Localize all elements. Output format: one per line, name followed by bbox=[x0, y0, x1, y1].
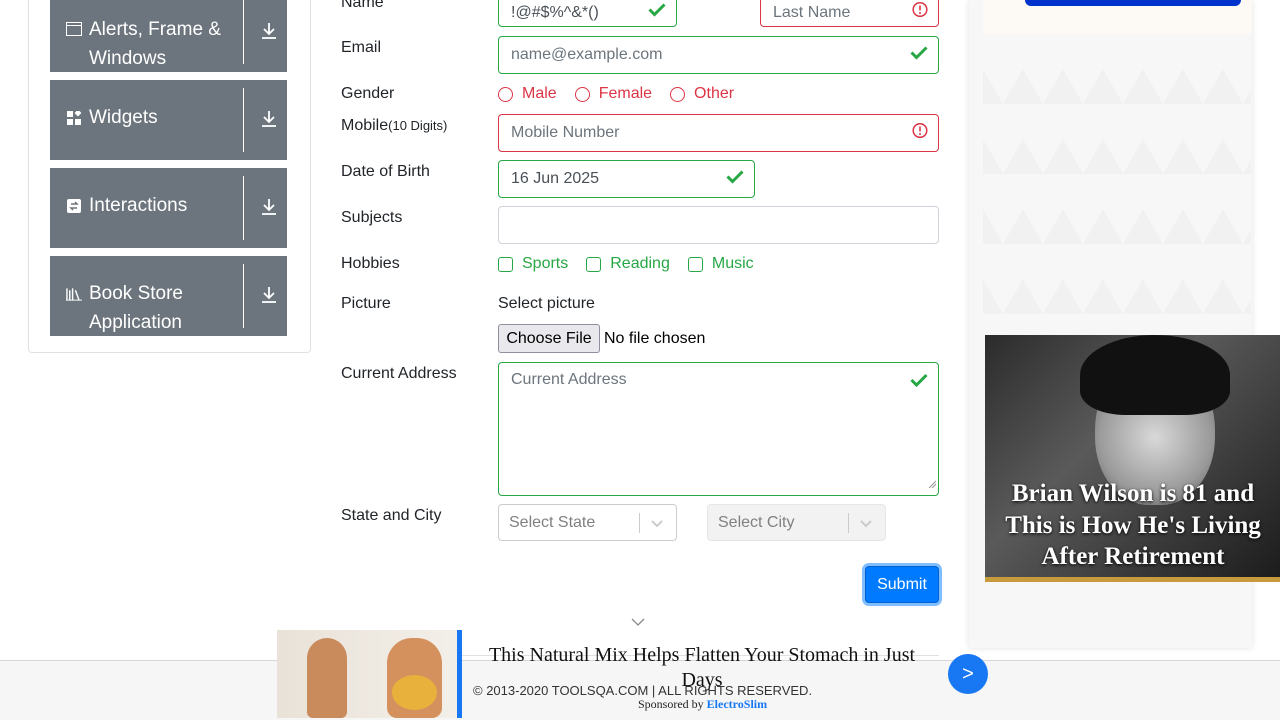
email-label: Email bbox=[341, 39, 382, 56]
subjects-label: Subjects bbox=[341, 209, 403, 226]
mobile-label: Mobile(10 Digits) bbox=[341, 117, 447, 135]
radio-circle[interactable] bbox=[670, 86, 686, 102]
current-address-textarea[interactable]: Current Address bbox=[498, 362, 939, 496]
sidebar-group-book-store[interactable]: Book Store Application bbox=[50, 256, 287, 336]
hobby-checkbox-sports[interactable]: Sports bbox=[498, 255, 568, 273]
gender-radio-male[interactable]: Male bbox=[498, 85, 557, 103]
download-icon bbox=[261, 110, 277, 133]
choose-file-button[interactable]: Choose File bbox=[498, 324, 600, 353]
ad-figure-slim bbox=[307, 638, 347, 718]
mobile-label-text: Mobile bbox=[341, 117, 389, 134]
chevron-down-icon bbox=[650, 516, 664, 535]
download-icon bbox=[261, 198, 277, 221]
last-name-placeholder: Last Name bbox=[773, 3, 851, 21]
sidebar-group-interactions[interactable]: Interactions bbox=[50, 168, 287, 248]
last-name-input[interactable]: Last Name bbox=[760, 0, 939, 27]
first-name-value: !@#$%^&*() bbox=[511, 3, 599, 21]
name-label: Name bbox=[341, 0, 384, 11]
window-icon bbox=[66, 22, 82, 36]
interactions-icon bbox=[66, 199, 82, 213]
divider bbox=[243, 88, 244, 152]
divider bbox=[243, 0, 244, 64]
ad-image-brian-wilson[interactable]: Brian Wilson is 81 and This is How He's … bbox=[985, 335, 1280, 582]
gender-options: Male Female Other bbox=[498, 85, 752, 103]
download-icon bbox=[261, 286, 277, 309]
hobbies-options: Sports Reading Music bbox=[498, 255, 772, 273]
ad-accent-bar bbox=[457, 630, 462, 718]
sidebar-group-label: Interactions bbox=[89, 195, 188, 216]
radio-label: Female bbox=[598, 85, 653, 102]
state-select[interactable]: Select State bbox=[498, 504, 677, 541]
bottom-ad-image[interactable] bbox=[277, 630, 460, 718]
chevron-down-icon bbox=[859, 516, 873, 535]
sidebar-group-widgets[interactable]: Widgets bbox=[50, 80, 287, 160]
sidebar-group-label: Alerts, Frame & Windows bbox=[89, 19, 221, 69]
hobby-checkbox-music[interactable]: Music bbox=[687, 255, 754, 273]
hobby-checkbox-reading[interactable]: Reading bbox=[586, 255, 670, 273]
bottom-ad-title[interactable]: This Natural Mix Helps Flatten Your Stom… bbox=[477, 643, 927, 693]
checkbox-box[interactable] bbox=[586, 256, 602, 272]
first-name-input[interactable]: !@#$%^&*() bbox=[498, 0, 677, 27]
gender-radio-female[interactable]: Female bbox=[574, 85, 653, 103]
select-separator bbox=[639, 513, 640, 533]
picture-label: Picture bbox=[341, 295, 391, 312]
city-placeholder: Select City bbox=[718, 513, 795, 531]
checkbox-label: Reading bbox=[610, 255, 670, 272]
current-address-label: Current Address bbox=[341, 365, 457, 382]
ad-top-button[interactable] bbox=[1025, 0, 1241, 6]
download-icon bbox=[261, 22, 277, 45]
select-picture-text: Select picture bbox=[498, 295, 595, 312]
sidebar-group-label: Widgets bbox=[89, 107, 158, 128]
resize-handle-icon[interactable] bbox=[928, 475, 937, 493]
email-input[interactable]: name@example.com bbox=[498, 36, 939, 74]
ad-next-button[interactable]: > bbox=[948, 654, 988, 694]
subjects-input[interactable] bbox=[498, 206, 939, 244]
divider bbox=[243, 264, 244, 328]
dob-label: Date of Birth bbox=[341, 163, 430, 180]
date-of-birth-input[interactable]: 16 Jun 2025 bbox=[498, 160, 755, 198]
sponsored-by-text: Sponsored by bbox=[638, 697, 704, 711]
sponsored-by: Sponsored by ElectroSlim bbox=[638, 697, 767, 712]
mobile-input[interactable]: Mobile Number bbox=[498, 114, 939, 152]
address-placeholder: Current Address bbox=[511, 371, 627, 388]
ad-background-pattern bbox=[983, 34, 1251, 334]
widgets-icon bbox=[66, 111, 82, 125]
sponsor-brand[interactable]: ElectroSlim bbox=[707, 697, 767, 711]
gender-radio-other[interactable]: Other bbox=[670, 85, 734, 103]
submit-button[interactable]: Submit bbox=[865, 566, 939, 603]
checkbox-box[interactable] bbox=[498, 256, 513, 272]
checkbox-box[interactable] bbox=[687, 256, 703, 272]
checkbox-label: Music bbox=[711, 255, 754, 272]
dob-value: 16 Jun 2025 bbox=[511, 170, 600, 187]
portrait-hair bbox=[1080, 335, 1230, 415]
email-placeholder: name@example.com bbox=[511, 46, 663, 63]
ad-figure-belly bbox=[392, 675, 437, 710]
radio-circle[interactable] bbox=[498, 86, 513, 102]
book-icon bbox=[66, 287, 82, 301]
checkbox-label: Sports bbox=[522, 255, 569, 272]
check-icon bbox=[648, 3, 666, 22]
hobbies-label: Hobbies bbox=[341, 255, 400, 272]
select-separator bbox=[848, 513, 849, 533]
radio-label: Male bbox=[522, 85, 557, 102]
chevron-down-icon[interactable] bbox=[630, 614, 646, 632]
no-file-chosen-text: No file chosen bbox=[604, 330, 706, 347]
state-city-label: State and City bbox=[341, 507, 442, 524]
error-icon bbox=[912, 122, 928, 144]
ad-headline[interactable]: Brian Wilson is 81 and This is How He's … bbox=[993, 478, 1273, 573]
divider bbox=[243, 176, 244, 240]
radio-circle[interactable] bbox=[574, 86, 590, 102]
check-icon bbox=[910, 373, 928, 392]
check-icon bbox=[910, 46, 928, 65]
sidebar-group-label: Book Store Application bbox=[89, 283, 183, 333]
mobile-hint: (10 Digits) bbox=[388, 118, 448, 133]
check-icon bbox=[726, 170, 744, 189]
sidebar-group-alerts-frame-windows[interactable]: Alerts, Frame & Windows bbox=[50, 0, 287, 72]
city-select[interactable]: Select City bbox=[707, 504, 886, 541]
gender-label: Gender bbox=[341, 85, 395, 102]
radio-label: Other bbox=[694, 85, 735, 102]
mobile-placeholder: Mobile Number bbox=[511, 124, 620, 141]
error-icon bbox=[912, 1, 928, 23]
state-placeholder: Select State bbox=[509, 513, 596, 531]
